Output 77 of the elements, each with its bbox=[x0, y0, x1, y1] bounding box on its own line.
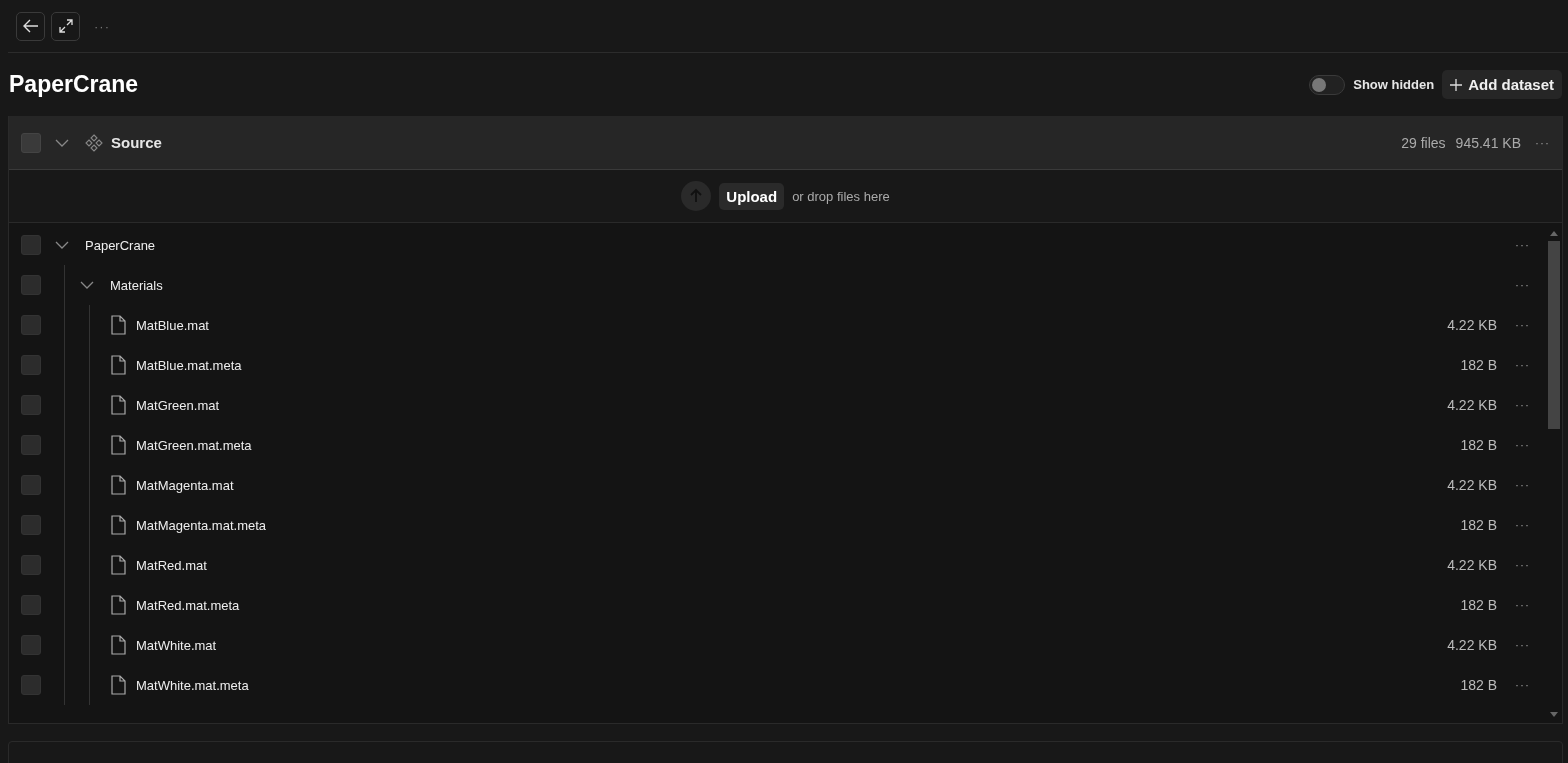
dataset-name: Source bbox=[111, 134, 163, 151]
checkbox[interactable] bbox=[21, 355, 41, 375]
checkbox[interactable] bbox=[21, 235, 41, 255]
file-icon bbox=[109, 555, 127, 575]
more-icon[interactable]: ··· bbox=[86, 18, 118, 34]
file-name[interactable]: MatWhite.mat.meta bbox=[136, 677, 1461, 693]
more-icon[interactable]: ··· bbox=[1515, 598, 1530, 612]
file-name[interactable]: MatBlue.mat bbox=[136, 317, 1448, 333]
more-icon[interactable]: ··· bbox=[1515, 358, 1530, 372]
upload-button[interactable]: Upload bbox=[719, 182, 785, 210]
file-size: 4.22 KB bbox=[1447, 637, 1497, 653]
file-icon bbox=[109, 515, 127, 535]
back-arrow-icon bbox=[22, 19, 39, 33]
more-icon[interactable]: ··· bbox=[1515, 638, 1530, 652]
checkbox[interactable] bbox=[21, 132, 41, 153]
file-size: 4.22 KB bbox=[1447, 317, 1497, 333]
file-icon bbox=[109, 675, 127, 695]
file-name[interactable]: MatRed.mat.meta bbox=[136, 597, 1461, 613]
file-count: 29 files bbox=[1401, 134, 1446, 151]
scroll-down-icon[interactable] bbox=[1550, 712, 1558, 717]
checkbox[interactable] bbox=[21, 275, 41, 295]
file-icon bbox=[109, 595, 127, 615]
more-icon[interactable]: ··· bbox=[1515, 238, 1530, 252]
scroll-up-icon[interactable] bbox=[1550, 231, 1558, 236]
more-icon[interactable]: ··· bbox=[1515, 558, 1530, 572]
checkbox[interactable] bbox=[21, 675, 41, 695]
more-icon[interactable]: ··· bbox=[1515, 438, 1530, 452]
file-size: 4.22 KB bbox=[1447, 397, 1497, 413]
more-icon[interactable]: ··· bbox=[1515, 278, 1530, 292]
upload-icon bbox=[681, 181, 712, 211]
folder-name[interactable]: PaperCrane bbox=[85, 237, 1497, 253]
plus-icon bbox=[1450, 78, 1463, 91]
dataset-size: 945.41 KB bbox=[1455, 134, 1521, 151]
file-icon bbox=[109, 355, 127, 375]
file-size: 182 B bbox=[1460, 677, 1497, 693]
upload-hint: or drop files here bbox=[792, 188, 890, 204]
checkbox[interactable] bbox=[21, 635, 41, 655]
file-name[interactable]: MatBlue.mat.meta bbox=[136, 357, 1461, 373]
more-icon[interactable]: ··· bbox=[1515, 518, 1530, 532]
checkbox[interactable] bbox=[21, 315, 41, 335]
add-dataset-button[interactable]: Add dataset bbox=[1442, 70, 1562, 99]
file-icon bbox=[109, 435, 127, 455]
file-size: 182 B bbox=[1460, 597, 1497, 613]
file-size: 182 B bbox=[1460, 517, 1497, 533]
file-size: 4.22 KB bbox=[1447, 477, 1497, 493]
more-icon[interactable]: ··· bbox=[1515, 678, 1530, 692]
file-name[interactable]: MatGreen.mat bbox=[136, 397, 1448, 413]
file-name[interactable]: MatWhite.mat bbox=[136, 637, 1448, 653]
checkbox[interactable] bbox=[21, 475, 41, 495]
file-size: 182 B bbox=[1460, 437, 1497, 453]
checkbox[interactable] bbox=[21, 595, 41, 615]
checkbox[interactable] bbox=[21, 435, 41, 455]
more-icon[interactable]: ··· bbox=[1515, 478, 1530, 492]
file-name[interactable]: MatMagenta.mat.meta bbox=[136, 517, 1461, 533]
more-icon[interactable]: ··· bbox=[1515, 318, 1530, 332]
file-name[interactable]: MatMagenta.mat bbox=[136, 477, 1448, 493]
file-name[interactable]: MatRed.mat bbox=[136, 557, 1448, 573]
toggle-label: Show hidden bbox=[1353, 77, 1435, 92]
file-size: 182 B bbox=[1460, 357, 1497, 373]
back-button[interactable] bbox=[16, 11, 45, 41]
checkbox[interactable] bbox=[21, 555, 41, 575]
file-size: 4.22 KB bbox=[1447, 557, 1497, 573]
expand-button[interactable] bbox=[51, 11, 80, 41]
file-icon bbox=[109, 395, 127, 415]
more-icon[interactable]: ··· bbox=[1535, 135, 1550, 150]
file-icon bbox=[109, 475, 127, 495]
dataset-icon bbox=[84, 132, 104, 153]
toggle-switch[interactable] bbox=[1309, 74, 1346, 95]
file-icon bbox=[109, 635, 127, 655]
checkbox[interactable] bbox=[21, 395, 41, 415]
file-name[interactable]: MatGreen.mat.meta bbox=[136, 437, 1461, 453]
checkbox[interactable] bbox=[21, 515, 41, 535]
page-title: PaperCrane bbox=[9, 71, 140, 98]
folder-name[interactable]: Materials bbox=[110, 277, 1497, 293]
file-icon bbox=[109, 315, 127, 335]
more-icon[interactable]: ··· bbox=[1515, 398, 1530, 412]
expand-icon bbox=[58, 19, 73, 33]
